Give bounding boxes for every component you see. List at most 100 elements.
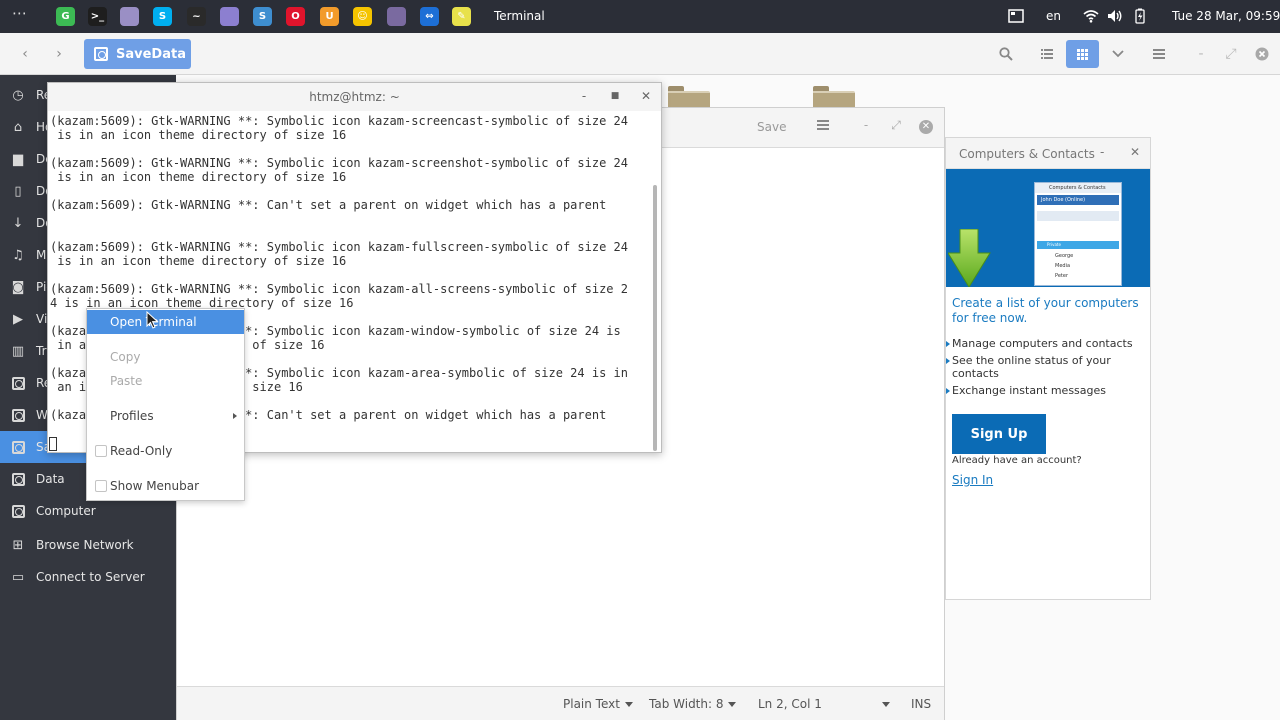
- list-item: Exchange instant messages: [946, 384, 1147, 397]
- store-icon[interactable]: U: [320, 7, 339, 26]
- screen-icon[interactable]: [1008, 8, 1024, 24]
- minimize-icon[interactable]: -: [1100, 145, 1104, 159]
- menu-item-copy[interactable]: Copy: [87, 345, 244, 369]
- path-bar-button[interactable]: SaveData: [84, 39, 191, 69]
- close-icon[interactable]: ✕: [639, 89, 653, 103]
- back-icon[interactable]: ‹: [14, 43, 36, 65]
- menu-item-paste[interactable]: Paste: [87, 369, 244, 393]
- path-bar-label: SaveData: [116, 46, 186, 62]
- minimize-icon[interactable]: -: [857, 118, 875, 132]
- sign-up-button[interactable]: Sign Up: [952, 414, 1046, 454]
- sidebar-item-browse-network[interactable]: ⊞ Browse Network: [0, 529, 176, 561]
- chevron-down-icon[interactable]: [1107, 43, 1129, 65]
- drive-icon: [10, 471, 26, 487]
- grid-view-icon[interactable]: [1066, 40, 1099, 68]
- close-icon[interactable]: ✕: [919, 120, 933, 134]
- terminal-line: is in an icon theme directory of size 16: [50, 128, 347, 142]
- maximize-icon[interactable]: ⤢: [887, 118, 905, 133]
- app-grid-icon[interactable]: ⋯: [12, 6, 28, 23]
- contacts-titlebar: Computers & Contacts - ✕: [946, 138, 1150, 169]
- clock-icon: ◷: [12, 87, 24, 103]
- terminal-line: (kazam:5609): Gtk-WARNING **: Can't set …: [50, 198, 607, 212]
- music-icon: ♫: [12, 247, 24, 263]
- desktop-edge: [1272, 75, 1280, 720]
- terminal-scrollbar[interactable]: [653, 185, 657, 451]
- list-item: Manage computers and contacts: [946, 337, 1147, 350]
- have-account-text: Already have an account?: [952, 455, 1082, 466]
- cursor-position[interactable]: Ln 2, Col 1: [758, 697, 822, 711]
- computers-contacts-window: Computers & Contacts - ✕ Computers & Con…: [945, 137, 1151, 600]
- list-item: See the online status of your contacts: [946, 354, 1147, 380]
- menu-item-show-menubar[interactable]: Show Menubar: [87, 474, 244, 498]
- system-monitor-icon[interactable]: ~: [187, 7, 206, 26]
- sign-in-link[interactable]: Sign In: [952, 473, 993, 487]
- sidebar-item-connect-to-server[interactable]: ▭ Connect to Server: [0, 561, 176, 593]
- menu-item-read-only[interactable]: Read-Only: [87, 439, 244, 463]
- close-icon[interactable]: ✕: [1130, 145, 1140, 159]
- terminal-line: is in an icon theme directory of size 16: [50, 170, 347, 184]
- search-icon[interactable]: [995, 43, 1017, 65]
- active-task-title[interactable]: Terminal: [494, 9, 545, 23]
- sticky-notes-icon[interactable]: ✎: [452, 7, 471, 26]
- save-button[interactable]: Save: [757, 120, 786, 134]
- camera-icon: ◙: [11, 279, 25, 295]
- promo-headline: Create a list of your computers for free…: [952, 296, 1139, 325]
- terminal-titlebar: htmz@htmz: ~ - ■ ✕: [48, 83, 661, 111]
- drive-icon: [10, 503, 26, 519]
- close-icon[interactable]: [1251, 43, 1273, 65]
- opera-icon[interactable]: O: [286, 7, 305, 26]
- skype-icon[interactable]: S: [153, 7, 172, 26]
- document-icon: ▯: [14, 183, 22, 199]
- chevron-down-icon: [728, 702, 737, 707]
- sidebar-item-label: Browse Network: [36, 538, 134, 552]
- forward-icon[interactable]: ›: [48, 43, 70, 65]
- keyboard-language[interactable]: en: [1046, 9, 1061, 23]
- terminal-icon[interactable]: >_: [88, 7, 107, 26]
- clock[interactable]: Tue 28 Mar, 09:59: [1172, 9, 1280, 23]
- network-icon: ⊞: [12, 537, 24, 553]
- vpn-icon[interactable]: S: [253, 7, 272, 26]
- list-view-icon[interactable]: [1036, 43, 1058, 65]
- terminal-context-menu: Open Terminal Copy Paste Profiles Read-O…: [86, 308, 245, 501]
- minimize-icon[interactable]: -: [577, 89, 591, 103]
- chrome-icon[interactable]: G: [56, 7, 75, 26]
- server-icon: ▭: [11, 569, 25, 585]
- wifi-icon[interactable]: [1083, 8, 1099, 24]
- terminal-title: htmz@htmz: ~: [309, 90, 400, 104]
- terminal-line: (kazam:5609): Gtk-WARNING **: Symbolic i…: [50, 156, 628, 170]
- notes-icon[interactable]: ☺: [353, 7, 372, 26]
- drive-icon: [94, 47, 108, 61]
- volume-icon[interactable]: [1107, 8, 1123, 24]
- menu-item-open-terminal[interactable]: Open Terminal: [87, 310, 244, 334]
- checkbox[interactable]: [95, 445, 107, 457]
- hamburger-menu-icon[interactable]: [1148, 43, 1170, 65]
- disk-icon[interactable]: [387, 7, 406, 26]
- tab-width-selector[interactable]: Tab Width: 8: [649, 697, 737, 711]
- trash-icon: ▥: [11, 343, 25, 359]
- hamburger-menu-icon[interactable]: [817, 118, 829, 134]
- teamviewer-icon[interactable]: ⇔: [420, 7, 439, 26]
- maximize-icon[interactable]: ⤢: [1220, 43, 1242, 65]
- promo-banner: Computers & Contacts John Doe (Online) P…: [946, 169, 1150, 287]
- drive-icon: [10, 375, 26, 391]
- menu-item-profiles[interactable]: Profiles: [87, 404, 244, 428]
- files-icon[interactable]: [120, 7, 139, 26]
- app-preview-image: Computers & Contacts John Doe (Online) P…: [1034, 182, 1122, 286]
- maximize-icon[interactable]: ■: [608, 91, 622, 101]
- sidebar-item-label: Data: [36, 472, 65, 486]
- language-selector[interactable]: Plain Text: [563, 697, 633, 711]
- top-panel: ⋯ G >_ S ~ S O U ☺ ⇔ ✎ Terminal en Tue 28 Mar, 09…: [0, 0, 1280, 33]
- terminal-line: (kazam:5609): Gtk-WARNING **: Symbolic i…: [50, 282, 628, 296]
- sidebar-item-label: Computer: [36, 504, 96, 518]
- home-icon: ⌂: [13, 119, 23, 135]
- files-headerbar: ‹ › SaveData - ⤢: [0, 33, 1280, 75]
- checkbox[interactable]: [95, 480, 107, 492]
- terminal-line: (kazam:5609): Gtk-WARNING **: Symbolic i…: [50, 114, 628, 128]
- sidebar-item-label: Connect to Server: [36, 570, 145, 584]
- chevron-down-icon: [882, 702, 890, 707]
- text-editor-icon[interactable]: [220, 7, 239, 26]
- battery-icon[interactable]: [1132, 8, 1148, 24]
- chevron-down-icon: [624, 702, 633, 707]
- minimize-icon[interactable]: -: [1190, 43, 1212, 65]
- position-menu-arrow[interactable]: [877, 697, 890, 711]
